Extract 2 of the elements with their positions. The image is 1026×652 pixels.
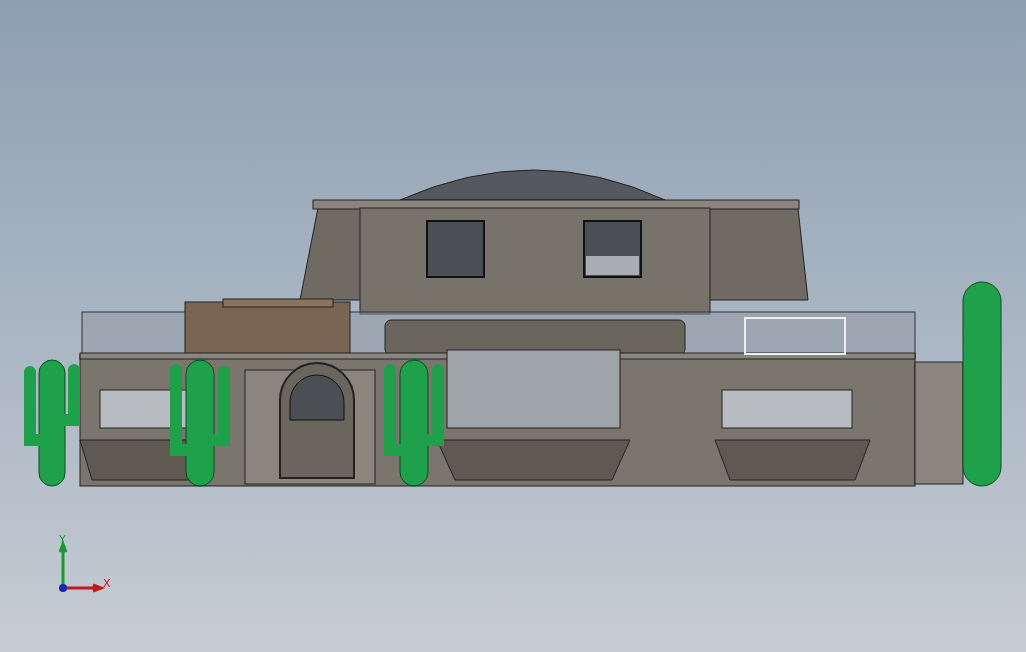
y-axis-label: Y (59, 533, 66, 546)
x-axis-label: X (103, 577, 111, 590)
